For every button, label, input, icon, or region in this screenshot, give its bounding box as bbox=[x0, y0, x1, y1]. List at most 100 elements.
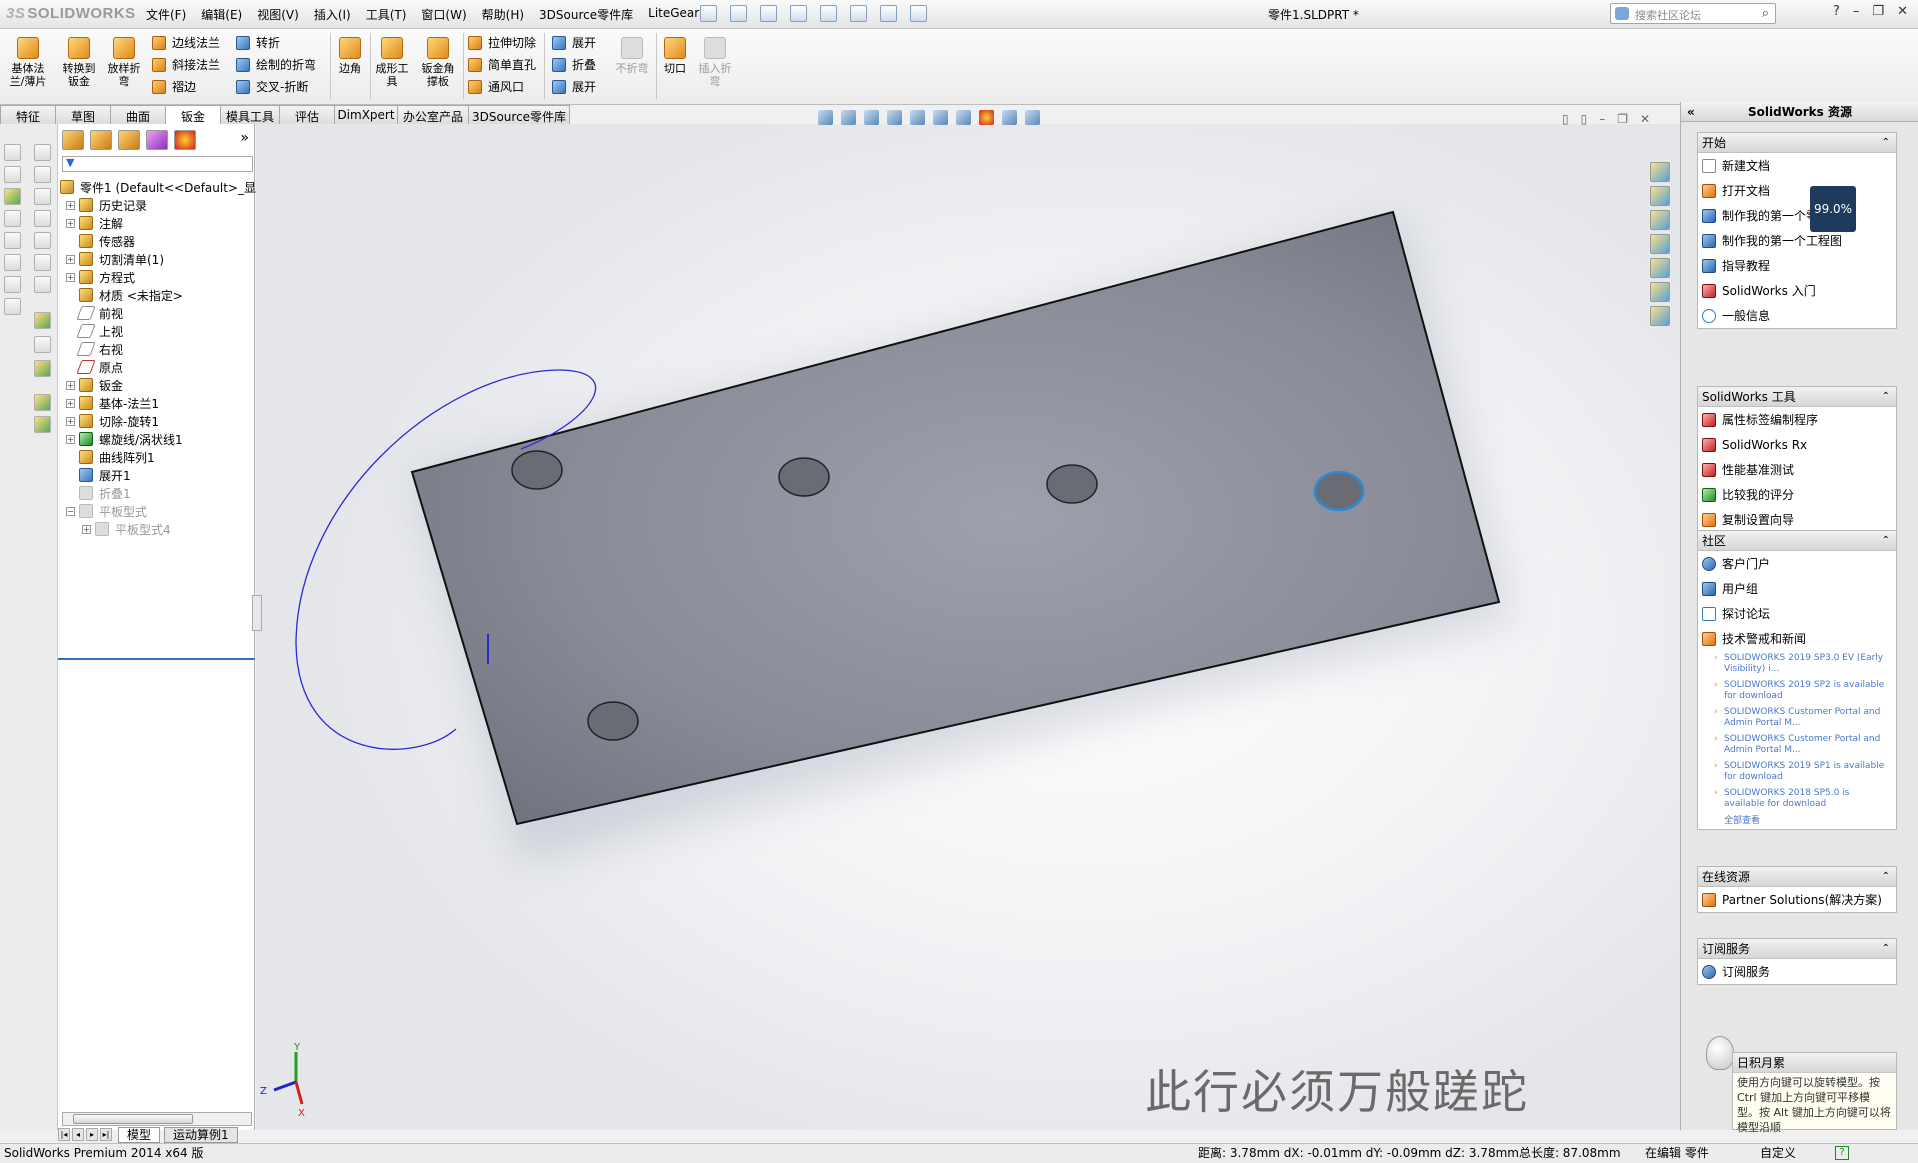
close-icon[interactable]: ✕ bbox=[1897, 4, 1908, 19]
link-new-document[interactable]: 新建文档 bbox=[1698, 153, 1896, 178]
tab-model[interactable]: 模型 bbox=[118, 1126, 161, 1143]
tree-root[interactable]: 零件1 (Default<<Default>_显示 bbox=[60, 178, 268, 196]
hole-4-selected[interactable] bbox=[1313, 470, 1365, 512]
sketched-bend-button[interactable]: 绘制的折弯 bbox=[236, 56, 316, 73]
rip-button[interactable]: 切口 bbox=[660, 35, 690, 75]
design-library-icon[interactable] bbox=[1650, 210, 1670, 230]
help-icon[interactable]: ? bbox=[1835, 1146, 1849, 1160]
tab-features[interactable]: 特征 bbox=[0, 105, 56, 124]
menu-3dsource[interactable]: 3DSource零件库 bbox=[539, 6, 633, 23]
expand-chevron-icon[interactable]: » bbox=[240, 130, 249, 152]
custom-properties-icon[interactable] bbox=[1650, 306, 1670, 326]
link-first-drawing[interactable]: 制作我的第一个工程图 bbox=[1698, 228, 1896, 253]
sketch-tool-icon[interactable] bbox=[4, 188, 21, 205]
hem-button[interactable]: 褶边 bbox=[152, 78, 196, 95]
sketch-tool-icon[interactable] bbox=[34, 416, 51, 433]
display-manager-icon[interactable] bbox=[174, 130, 196, 150]
scrollbar-thumb[interactable] bbox=[73, 1114, 193, 1124]
panel-splitter-handle[interactable] bbox=[252, 595, 262, 631]
link-tech-alerts[interactable]: 技术警戒和新闻 bbox=[1698, 626, 1896, 651]
tab-3dsource[interactable]: 3DSource零件库 bbox=[468, 105, 570, 124]
link-solidworks-rx[interactable]: SolidWorks Rx bbox=[1698, 432, 1896, 457]
panel-header[interactable]: 在线资源 ⌃ bbox=[1698, 867, 1896, 887]
tree-item-origin[interactable]: 原点 bbox=[66, 358, 123, 376]
hole-5[interactable] bbox=[587, 701, 639, 741]
expand-icon[interactable]: + bbox=[66, 254, 75, 264]
select-icon[interactable] bbox=[850, 5, 867, 22]
sketch-tool-icon[interactable] bbox=[34, 360, 51, 377]
expand-icon[interactable]: + bbox=[66, 398, 75, 408]
sketch-tool-icon[interactable] bbox=[34, 276, 51, 293]
units-selector[interactable]: 自定义 bbox=[1760, 1144, 1796, 1163]
horizontal-scrollbar[interactable] bbox=[62, 1112, 252, 1126]
property-manager-icon[interactable] bbox=[90, 130, 112, 150]
news-item[interactable]: SOLIDWORKS 2019 SP1 is available for dow… bbox=[1698, 759, 1896, 786]
tab-motion-study[interactable]: 运动算例1 bbox=[164, 1126, 238, 1143]
base-flange-button[interactable]: 基体法 兰/薄片 bbox=[8, 35, 48, 88]
sketch-tool-icon[interactable] bbox=[34, 188, 51, 205]
link-user-groups[interactable]: 用户组 bbox=[1698, 576, 1896, 601]
search-input[interactable]: 搜索社区论坛 ⌕ bbox=[1610, 3, 1776, 24]
prev-tab-icon[interactable]: ◂ bbox=[72, 1128, 84, 1141]
tree-item-fold[interactable]: 折叠1 bbox=[66, 484, 131, 502]
split-view-icon[interactable]: ▯ bbox=[1562, 112, 1569, 126]
search-icon[interactable]: ⌕ bbox=[1762, 6, 1769, 21]
tree-item-curve-pattern[interactable]: 曲线阵列1 bbox=[66, 448, 155, 466]
expand-icon[interactable]: + bbox=[66, 380, 75, 390]
sketch-tool-icon[interactable] bbox=[34, 254, 51, 271]
save-icon[interactable] bbox=[760, 5, 777, 22]
expand-icon[interactable]: + bbox=[66, 434, 75, 444]
forming-tool-button[interactable]: 成形工 具 bbox=[372, 35, 412, 88]
tree-filter-input[interactable]: ▼ bbox=[62, 156, 253, 172]
panel-header[interactable]: 开始 ⌃ bbox=[1698, 133, 1896, 153]
hole-2[interactable] bbox=[778, 457, 830, 497]
tree-item-cut-list[interactable]: + 切割清单(1) bbox=[66, 250, 164, 268]
split-view-icon[interactable]: ▯ bbox=[1581, 112, 1588, 126]
collapse-icon[interactable]: ⌃ bbox=[1882, 387, 1890, 407]
menu-edit[interactable]: 编辑(E) bbox=[201, 6, 242, 23]
configuration-manager-icon[interactable] bbox=[118, 130, 140, 150]
hole-3[interactable] bbox=[1046, 464, 1098, 504]
appearance-icon[interactable] bbox=[979, 110, 994, 125]
tree-item-unfold[interactable]: 展开1 bbox=[66, 466, 131, 484]
tree-item-helix[interactable]: + 螺旋线/涡状线1 bbox=[66, 430, 183, 448]
sketch-tool-icon[interactable] bbox=[34, 166, 51, 183]
menu-file[interactable]: 文件(F) bbox=[146, 6, 186, 23]
help-icon[interactable]: ? bbox=[1833, 4, 1840, 19]
menu-view[interactable]: 视图(V) bbox=[257, 6, 299, 23]
sketch-tool-icon[interactable] bbox=[34, 210, 51, 227]
sketch-tool-icon[interactable] bbox=[34, 312, 51, 329]
tree-item-equations[interactable]: + 方程式 bbox=[66, 268, 135, 286]
rollback-bar[interactable] bbox=[58, 658, 255, 660]
tree-item-sheet-metal[interactable]: + 钣金 bbox=[66, 376, 123, 394]
panel-header[interactable]: 社区 ⌃ bbox=[1698, 531, 1896, 551]
tree-item-flat-pattern-4[interactable]: + 平板型式4 bbox=[82, 520, 171, 538]
vent-button[interactable]: 通风口 bbox=[468, 78, 524, 95]
rebuild-icon[interactable] bbox=[880, 5, 897, 22]
view-settings-icon[interactable] bbox=[1025, 110, 1040, 125]
tab-dimxpert[interactable]: DimXpert bbox=[334, 105, 398, 124]
link-partner-solutions[interactable]: Partner Solutions(解决方案) bbox=[1698, 887, 1896, 912]
first-tab-icon[interactable]: |◂ bbox=[58, 1128, 70, 1141]
tree-item-history[interactable]: + 历史记录 bbox=[66, 196, 147, 214]
sketch-tool-icon[interactable] bbox=[4, 144, 21, 161]
link-subscription-services[interactable]: 订阅服务 bbox=[1698, 959, 1896, 984]
link-open-document[interactable]: 打开文档 bbox=[1698, 178, 1896, 203]
collapse-icon[interactable]: ⌃ bbox=[1882, 133, 1890, 153]
tab-sketch[interactable]: 草图 bbox=[55, 105, 111, 124]
tree-item-flat-pattern[interactable]: − 平板型式 bbox=[66, 502, 147, 520]
sketch-tool-icon[interactable] bbox=[4, 210, 21, 227]
tab-sheet-metal[interactable]: 钣金 bbox=[165, 105, 221, 124]
link-first-part[interactable]: 制作我的第一个零件 bbox=[1698, 203, 1896, 228]
flatten-button[interactable]: 展开 bbox=[552, 78, 596, 95]
expand-icon[interactable]: + bbox=[82, 524, 91, 534]
tree-item-sensors[interactable]: 传感器 bbox=[66, 232, 135, 250]
menu-help[interactable]: 帮助(H) bbox=[482, 6, 524, 23]
link-performance-benchmark[interactable]: 性能基准测试 bbox=[1698, 457, 1896, 482]
sketch-tool-icon[interactable] bbox=[34, 394, 51, 411]
news-item[interactable]: SOLIDWORKS 2018 SP5.0 is available for d… bbox=[1698, 786, 1896, 813]
hole-1[interactable] bbox=[511, 450, 563, 490]
corners-button[interactable]: 边角 bbox=[334, 35, 366, 75]
menu-window[interactable]: 窗口(W) bbox=[421, 6, 466, 23]
section-view-icon[interactable] bbox=[887, 110, 902, 125]
